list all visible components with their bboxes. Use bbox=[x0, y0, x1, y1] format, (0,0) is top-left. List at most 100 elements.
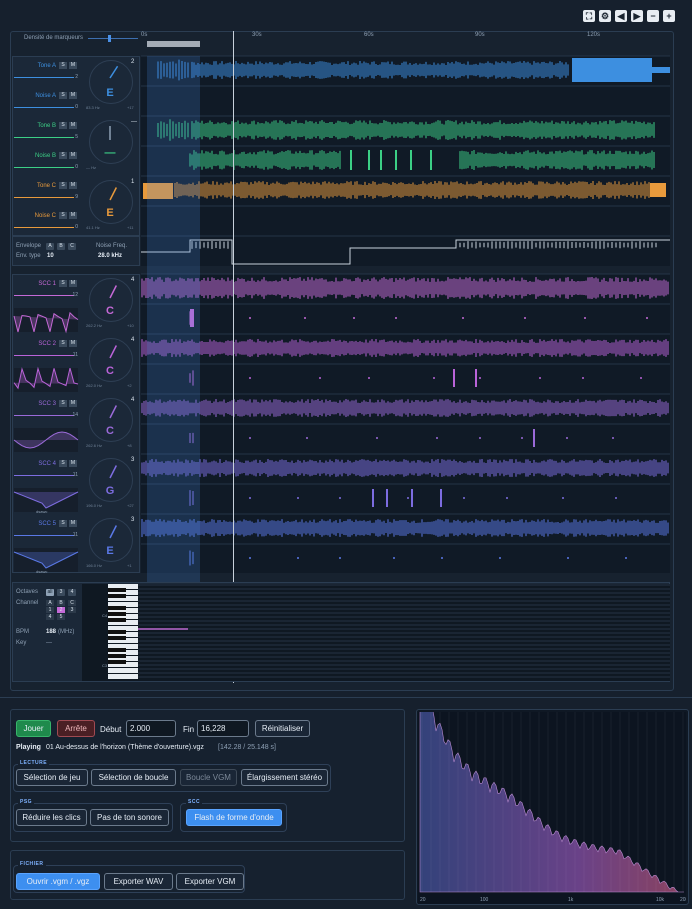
tone_a-volume-slider[interactable] bbox=[14, 77, 74, 78]
tone_c-volume-slider[interactable] bbox=[14, 197, 74, 198]
channel-1[interactable]: 1 bbox=[46, 607, 54, 613]
stop-button[interactable]: Arrête bbox=[57, 720, 95, 737]
scc1-mute[interactable]: M bbox=[69, 280, 77, 287]
eq-tick-20: 20 bbox=[420, 897, 426, 903]
scc4-freq: 196.0 Hz bbox=[86, 503, 103, 508]
env-c-toggle[interactable]: C bbox=[68, 243, 76, 250]
fichier-title: FICHIER bbox=[18, 861, 46, 867]
tone_b-mute[interactable]: M bbox=[69, 122, 77, 129]
noise_a-mute[interactable]: M bbox=[69, 92, 77, 99]
scc5-mute[interactable]: M bbox=[69, 520, 77, 527]
noise_b-volume-value: 0 bbox=[75, 164, 78, 170]
scc2-note: C bbox=[106, 365, 114, 377]
channel-label: Channel bbox=[16, 600, 39, 606]
channel-C[interactable]: C bbox=[68, 600, 76, 606]
stereo-widen-button[interactable]: Élargissement stéréo bbox=[241, 769, 328, 786]
noise-freq-label: Noise Freq. bbox=[96, 243, 128, 249]
scc1-label: SCC 1 bbox=[38, 281, 56, 287]
noise_b-mute[interactable]: M bbox=[69, 152, 77, 159]
tone_b-volume-slider[interactable] bbox=[14, 137, 74, 138]
scc2-solo[interactable]: S bbox=[59, 340, 67, 347]
scc1-octave: 4 bbox=[131, 277, 135, 283]
scc2-mute[interactable]: M bbox=[69, 340, 77, 347]
octaves-label: Octaves bbox=[16, 589, 39, 595]
scc4-volume-slider[interactable] bbox=[14, 475, 74, 476]
knob_a-cents: +17 bbox=[127, 105, 134, 110]
play-button[interactable]: Jouer bbox=[16, 720, 51, 737]
start-input[interactable]: 2.000 bbox=[126, 720, 176, 737]
knob_c-note: E bbox=[106, 207, 114, 219]
scc3-label: SCC 3 bbox=[38, 401, 56, 407]
scc1-solo[interactable]: S bbox=[59, 280, 67, 287]
scc3-octave: 4 bbox=[131, 397, 135, 403]
scc5-volume-slider[interactable] bbox=[14, 535, 74, 536]
scc4-label: SCC 4 bbox=[38, 461, 56, 467]
svg-text:C4: C4 bbox=[102, 613, 108, 618]
scc4-mute[interactable]: M bbox=[69, 460, 77, 467]
scc2-volume-slider[interactable] bbox=[14, 355, 74, 356]
reset-button[interactable]: Réinitialiser bbox=[255, 720, 310, 737]
scc3-volume-slider[interactable] bbox=[14, 415, 74, 416]
scc4-octave: 3 bbox=[131, 457, 135, 463]
octave-3[interactable]: 3 bbox=[57, 589, 65, 596]
knob_a-freq: 83.3 Hz bbox=[86, 105, 100, 110]
tone_a-mute[interactable]: M bbox=[69, 62, 77, 69]
channel-A[interactable]: A bbox=[46, 600, 54, 606]
wave-flash-button[interactable]: Flash de forme d'onde bbox=[186, 809, 282, 826]
playing-label: Playing bbox=[16, 744, 41, 751]
channel-5[interactable]: 5 bbox=[57, 614, 65, 620]
scc2-cents: +2 bbox=[127, 383, 132, 388]
tone-b-label: Tone B bbox=[37, 123, 56, 129]
piano-keyboard[interactable]: C4 C3 bbox=[82, 584, 670, 681]
eq-tick-20k: 20k bbox=[680, 897, 686, 903]
svg-text:C3: C3 bbox=[102, 663, 108, 668]
game-select-button[interactable]: Sélection de jeu bbox=[16, 769, 88, 786]
tone_a-solo[interactable]: S bbox=[59, 62, 67, 69]
noise_b-volume-slider[interactable] bbox=[14, 167, 74, 168]
scc4-volume-value: 11 bbox=[72, 472, 78, 478]
vgm-loop-button[interactable]: Boucle VGM bbox=[180, 769, 237, 786]
knob_a-octave: 2 bbox=[131, 59, 135, 65]
scc3-mute[interactable]: M bbox=[69, 400, 77, 407]
scc4-note: G bbox=[105, 485, 115, 497]
eq-tick-100: 100 bbox=[480, 897, 489, 903]
noise_c-solo[interactable]: S bbox=[59, 212, 67, 219]
channel-4[interactable]: 4 bbox=[46, 614, 54, 620]
scc5-solo[interactable]: S bbox=[59, 520, 67, 527]
loop-select-button[interactable]: Sélection de boucle bbox=[91, 769, 176, 786]
noise_a-volume-slider[interactable] bbox=[14, 107, 74, 108]
tone_c-solo[interactable]: S bbox=[59, 182, 67, 189]
channel-3[interactable]: 3 bbox=[68, 607, 76, 613]
scc4-wave-name: dsawc bbox=[36, 509, 48, 514]
track-name: 01 Au-dessus de l'horizon (Thème d'ouver… bbox=[46, 744, 204, 751]
end-input[interactable]: 16,228 bbox=[197, 720, 249, 737]
envelope-label: Envelope bbox=[16, 243, 42, 249]
tone-c-label: Tone C bbox=[36, 183, 56, 189]
scc1-freq: 262.2 Hz bbox=[86, 323, 103, 328]
channel-B[interactable]: B bbox=[57, 600, 65, 606]
noise-c-label: Noise C bbox=[34, 213, 56, 219]
scc1-volume-slider[interactable] bbox=[14, 295, 74, 296]
export-wav-button[interactable]: Exporter WAV bbox=[104, 873, 173, 890]
export-vgm-button[interactable]: Exporter VGM bbox=[176, 873, 244, 890]
noise_c-volume-slider[interactable] bbox=[14, 227, 74, 228]
noise_a-solo[interactable]: S bbox=[59, 92, 67, 99]
channel-2[interactable]: 2 bbox=[57, 607, 65, 613]
noise-freq-value: 28.0 kHz bbox=[98, 253, 123, 259]
tone_b-solo[interactable]: S bbox=[59, 122, 67, 129]
knob_b-freq: — Hz bbox=[86, 165, 96, 170]
noise_b-solo[interactable]: S bbox=[59, 152, 67, 159]
open-file-button[interactable]: Ouvrir .vgm / .vgz bbox=[16, 873, 100, 890]
no-tone-step-button[interactable]: Pas de ton sonore bbox=[90, 809, 169, 826]
scc-group-title: SCC bbox=[186, 799, 203, 805]
tone_c-mute[interactable]: M bbox=[69, 182, 77, 189]
noise_c-mute[interactable]: M bbox=[69, 212, 77, 219]
declick-button[interactable]: Réduire les clics bbox=[16, 809, 87, 826]
octave-4[interactable]: 4 bbox=[68, 589, 76, 596]
scc5-wave-name: dsawc bbox=[36, 569, 48, 574]
scc4-solo[interactable]: S bbox=[59, 460, 67, 467]
octave-all[interactable]: all bbox=[46, 589, 54, 596]
scc3-solo[interactable]: S bbox=[59, 400, 67, 407]
env-b-toggle[interactable]: B bbox=[57, 243, 65, 250]
env-a-toggle[interactable]: A bbox=[46, 243, 54, 250]
